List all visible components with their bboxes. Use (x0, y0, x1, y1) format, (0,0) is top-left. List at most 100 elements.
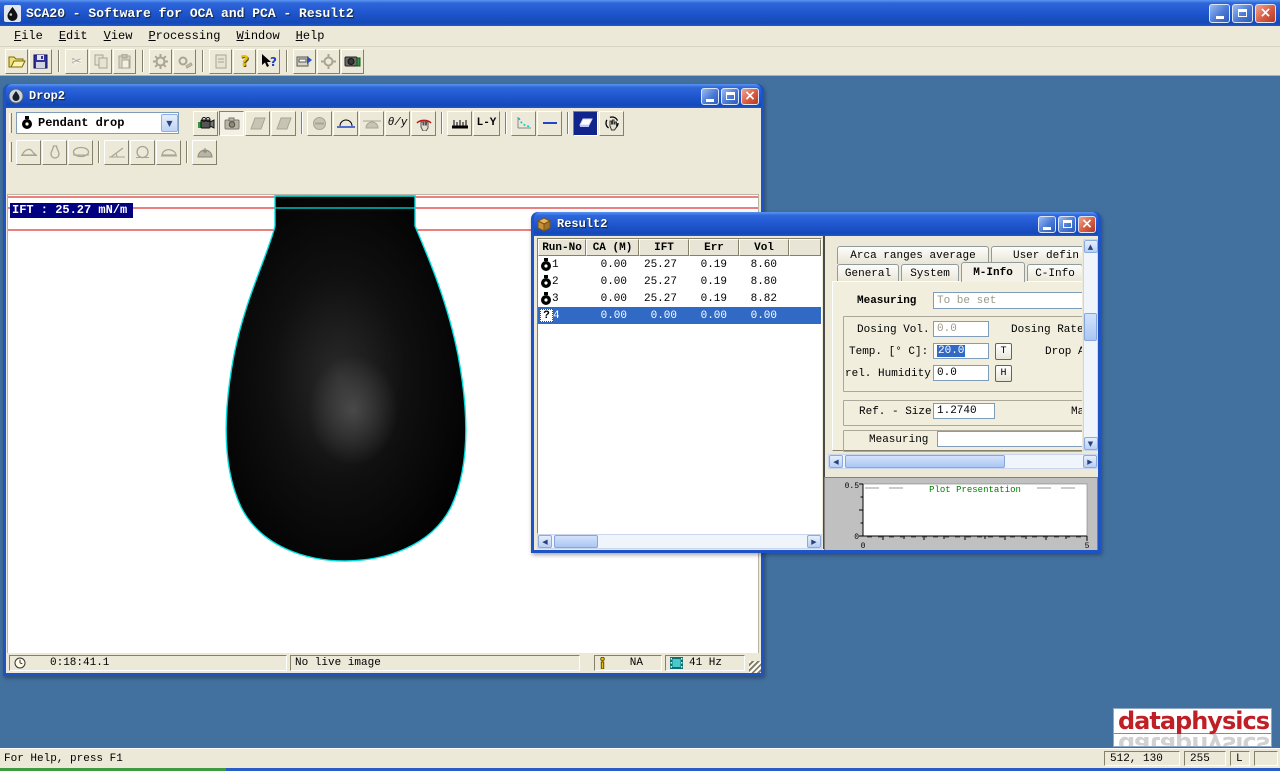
pendant-fit-button[interactable] (42, 140, 67, 165)
menu-edit[interactable]: Edit (51, 27, 96, 45)
tab-general[interactable]: General (837, 264, 899, 282)
settings-hand-button[interactable] (173, 49, 196, 74)
baseline-button[interactable] (447, 111, 472, 136)
context-help-button[interactable]: ? (257, 49, 280, 74)
scroll-right-icon[interactable]: ▶ (807, 535, 821, 548)
scroll-left-icon[interactable]: ◀ (538, 535, 552, 548)
tab-system[interactable]: System (901, 264, 959, 282)
cut-button[interactable]: ✂ (65, 49, 88, 74)
menu-processing[interactable]: Processing (140, 27, 228, 45)
needle-detect-button[interactable] (307, 111, 332, 136)
captive-dome-button[interactable] (192, 140, 217, 165)
result2-maximize-button[interactable] (1058, 216, 1076, 233)
menu-file[interactable]: File (6, 27, 51, 45)
slant-tool-2-button[interactable] (271, 111, 296, 136)
open-button[interactable] (5, 49, 28, 74)
minimize-button[interactable] (1209, 4, 1230, 23)
flat-drop-fit-button[interactable] (156, 140, 181, 165)
table-row[interactable]: 3 0.00 25.27 0.19 8.82 (538, 290, 821, 307)
device-settings-button[interactable] (317, 49, 340, 74)
temp-unit-button[interactable]: T (995, 343, 1012, 360)
laplace-young-button[interactable]: L-Y (473, 111, 500, 136)
question-row-icon: ? (540, 309, 553, 322)
scroll-left-icon[interactable]: ◀ (829, 455, 843, 468)
measuring2-field[interactable] (937, 431, 1082, 447)
flat-drop-icon (160, 147, 178, 158)
scroll-thumb[interactable] (845, 455, 1005, 468)
measuring-field[interactable]: To be set (933, 292, 1082, 309)
humidity-field[interactable]: 0.0 (933, 365, 989, 381)
copy-button[interactable] (89, 49, 112, 74)
scroll-down-icon[interactable]: ▼ (1084, 437, 1098, 450)
eraser-button[interactable] (573, 111, 598, 136)
paste-button[interactable] (113, 49, 136, 74)
scroll-thumb[interactable] (1084, 313, 1097, 341)
col-err[interactable]: Err (689, 239, 739, 256)
slant-tool-1-button[interactable] (245, 111, 270, 136)
ref-size-field[interactable]: 1.2740 (933, 403, 995, 419)
dosing-vol-field[interactable]: 0.0 (933, 321, 989, 337)
scroll-thumb[interactable] (554, 535, 598, 548)
menu-view[interactable]: View (96, 27, 141, 45)
col-ca[interactable]: CA (M) (586, 239, 639, 256)
panel-vscrollbar[interactable]: ▲ ▼ (1083, 239, 1098, 451)
circle-fit-button[interactable] (130, 140, 155, 165)
export-doc-button[interactable] (209, 49, 232, 74)
chevron-down-icon[interactable]: ▼ (161, 114, 178, 132)
live-video-button[interactable] (193, 111, 218, 136)
humidity-unit-button[interactable]: H (995, 365, 1012, 382)
menu-help[interactable]: Help (288, 27, 333, 45)
horizontal-line-button[interactable] (537, 111, 562, 136)
results-table[interactable]: Run-No CA (M) IFT Err Vol 1 0.00 25.27 0… (537, 238, 822, 534)
toolbar-grip[interactable] (9, 142, 12, 162)
scroll-right-icon[interactable]: ▶ (1083, 455, 1097, 468)
scroll-up-icon[interactable]: ▲ (1084, 240, 1098, 253)
tab-m-info[interactable]: M-Info (961, 262, 1025, 282)
col-run-no[interactable]: Run-No (538, 239, 586, 256)
toolbar-grip[interactable] (9, 113, 12, 133)
theta-y-button[interactable]: θ/y (385, 111, 410, 136)
drop2-maximize-button[interactable] (721, 88, 739, 105)
sessile-drop-fit-button[interactable] (16, 140, 41, 165)
col-ift[interactable]: IFT (639, 239, 689, 256)
tab-c-info[interactable]: C-Info (1027, 264, 1082, 282)
result2-title-bar[interactable]: Result2 × (534, 212, 1098, 236)
resize-grip[interactable] (749, 661, 761, 673)
close-button[interactable]: × (1255, 4, 1276, 23)
toolbar-separator (186, 141, 188, 163)
profile-curve-button[interactable] (511, 111, 536, 136)
tangent-fit-button[interactable] (104, 140, 129, 165)
drop-age-label: Drop Age (1045, 346, 1082, 358)
temp-label: Temp. [° C]: (849, 346, 928, 358)
drop2-title-bar[interactable]: Drop2 × (6, 84, 761, 108)
col-vol[interactable]: Vol (739, 239, 789, 256)
ellipse-fit-button[interactable] (68, 140, 93, 165)
drop2-close-button[interactable]: × (741, 88, 759, 105)
table-row[interactable]: 1 0.00 25.27 0.19 8.60 (538, 256, 821, 273)
table-row-selected[interactable]: ? 4 0.00 0.00 0.00 0.00 (538, 307, 821, 324)
panel-hscrollbar[interactable]: ◀ ▶ (828, 454, 1098, 469)
manual-edit-button[interactable] (599, 111, 624, 136)
sessile-baseline-button[interactable] (333, 111, 358, 136)
save-button[interactable] (29, 49, 52, 74)
drop2-toolbar-row1: Pendant drop ▼ (6, 108, 761, 138)
live-image-status: No live image (295, 657, 381, 669)
drop2-minimize-button[interactable] (701, 88, 719, 105)
report-export-button[interactable] (293, 49, 316, 74)
captive-bubble-button[interactable] (359, 111, 384, 136)
camera-button[interactable] (341, 49, 364, 74)
drop-type-select[interactable]: Pendant drop ▼ (16, 112, 179, 134)
result2-close-button[interactable]: × (1078, 216, 1096, 233)
settings-button[interactable] (149, 49, 172, 74)
snapshot-button[interactable] (219, 111, 244, 136)
plot-x-min-label: 0 (861, 542, 866, 550)
col-extra[interactable] (789, 239, 821, 256)
help-button[interactable]: ? (233, 49, 256, 74)
maximize-button[interactable] (1232, 4, 1253, 23)
menu-window[interactable]: Window (228, 27, 287, 45)
table-hscrollbar[interactable]: ◀ ▶ (537, 534, 822, 549)
result2-minimize-button[interactable] (1038, 216, 1056, 233)
manual-tracking-button[interactable] (411, 111, 436, 136)
temp-field[interactable]: 20.0 (933, 343, 989, 359)
table-row[interactable]: 2 0.00 25.27 0.19 8.80 (538, 273, 821, 290)
